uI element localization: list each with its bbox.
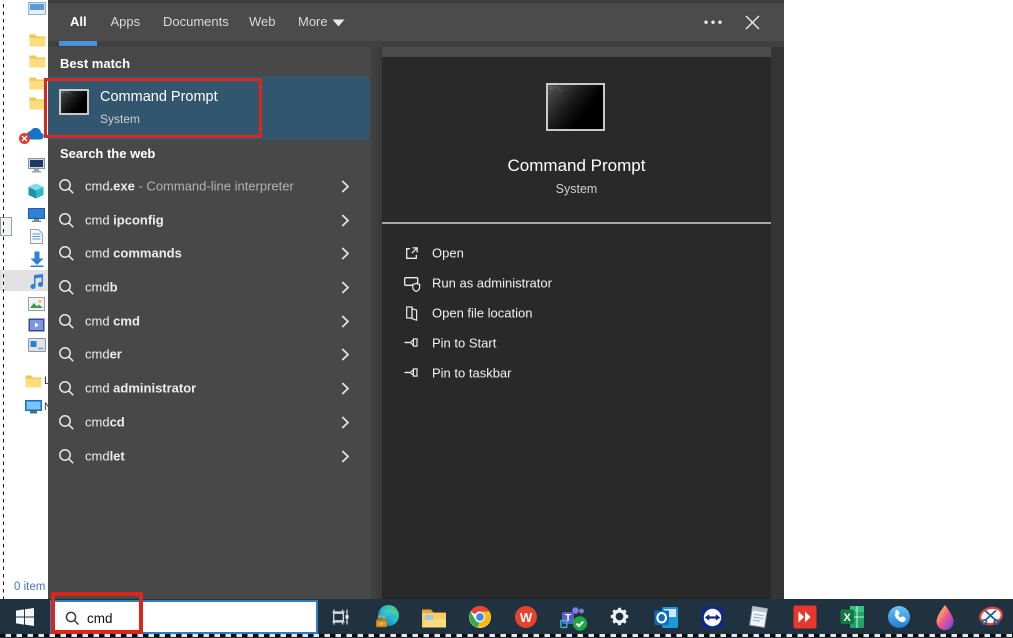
- svg-text:W: W: [520, 610, 533, 625]
- svg-text:T: T: [565, 613, 571, 624]
- svg-text:X: X: [844, 612, 852, 624]
